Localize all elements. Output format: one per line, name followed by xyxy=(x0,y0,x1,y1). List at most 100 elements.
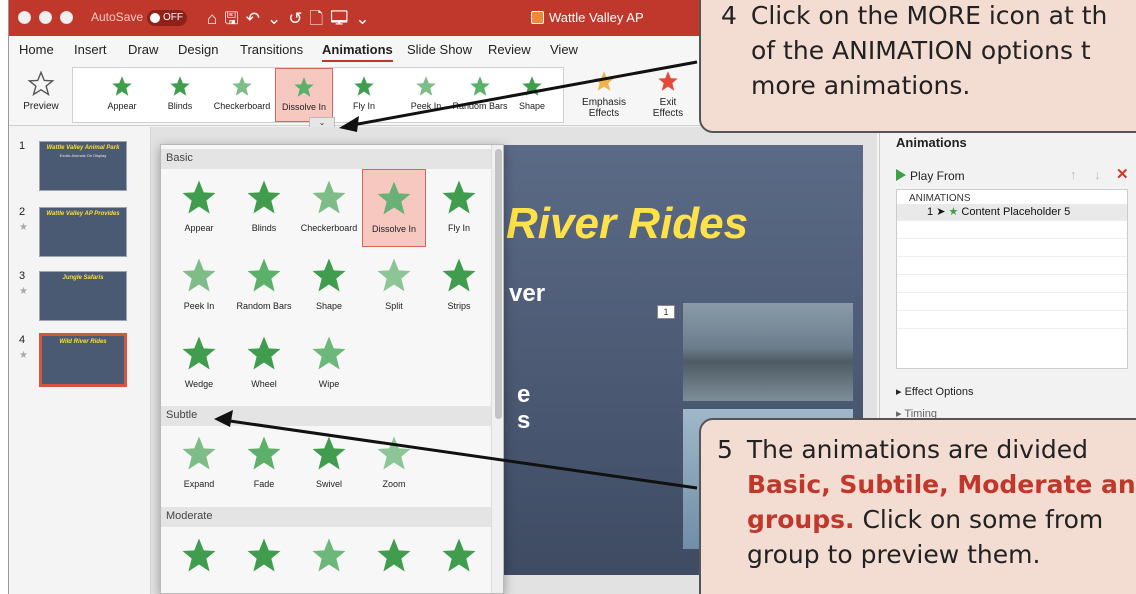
tab-design[interactable]: Design xyxy=(178,42,218,57)
slide-thumbnail-4[interactable]: Wild River Rides xyxy=(39,333,127,387)
animation-label: Dissolve In xyxy=(371,224,416,234)
animation-list-item[interactable]: 1 ➤ ★ Content Placeholder 5 xyxy=(897,204,1127,220)
animation-label: Strips xyxy=(447,301,471,311)
slide-body-text[interactable]: ver xyxy=(509,280,545,308)
animation-label: Checkerboard xyxy=(300,223,358,233)
callout-text: The animations are divided xyxy=(746,435,1089,464)
animation-effect-1[interactable] xyxy=(232,527,296,593)
gallery-appear-label: Appear xyxy=(107,101,137,111)
emphasis-effects-button[interactable]: Emphasis Effects xyxy=(575,68,633,119)
expand-star-icon xyxy=(182,436,216,470)
gallery-peek-in-label: Peek In xyxy=(410,101,442,111)
section-subtle: Subtle xyxy=(161,406,491,426)
animation-effect-4[interactable] xyxy=(427,527,491,593)
slide-title[interactable]: River Rides xyxy=(506,199,748,249)
animation-expand[interactable]: Expand xyxy=(167,425,231,503)
animation-wipe[interactable]: Wipe xyxy=(297,325,361,403)
animation-effect-3[interactable] xyxy=(362,527,426,593)
slide-thumbnail-2[interactable]: Wattle Valley AP Provides xyxy=(39,207,127,257)
animation-zoom[interactable]: Zoom xyxy=(362,425,426,503)
section-moderate: Moderate xyxy=(161,507,491,527)
gallery-dissolve-in[interactable]: Dissolve In xyxy=(275,68,333,122)
animation-fly-in[interactable]: Fly In xyxy=(427,169,491,247)
close-window-button[interactable] xyxy=(18,11,31,24)
zoom-window-button[interactable] xyxy=(60,11,73,24)
gallery-peek-in[interactable]: Peek In xyxy=(397,68,455,122)
instruction-callout-5: 5 The animations are divided Basic, Subti… xyxy=(699,418,1136,594)
animation-strips[interactable]: Strips xyxy=(427,247,491,325)
animation-wheel[interactable]: Wheel xyxy=(232,325,296,403)
slide-body-text[interactable]: e xyxy=(517,381,530,409)
animation-gallery-dropdown: Basic Subtle Moderate Appear Blinds Checke… xyxy=(160,144,504,594)
animation-swivel[interactable]: Swivel xyxy=(297,425,361,503)
animation-fade[interactable]: Fade xyxy=(232,425,296,503)
animation-effect-0[interactable] xyxy=(167,527,231,593)
tab-insert[interactable]: Insert xyxy=(74,42,107,57)
tab-review[interactable]: Review xyxy=(488,42,531,57)
tab-draw[interactable]: Draw xyxy=(128,42,158,57)
shape-star-icon xyxy=(522,76,542,96)
animation-star-icon: ★ xyxy=(19,350,28,361)
callout-text: Click on the MORE icon at th xyxy=(750,1,1108,30)
quick-access-icons[interactable]: ⌂🖫↶⌄↺🗋🖵⌄ xyxy=(207,6,377,35)
play-from-button[interactable]: Play From xyxy=(896,169,965,183)
ppt-file-icon xyxy=(531,11,544,24)
animation-label: Zoom xyxy=(382,479,406,489)
scrollbar-thumb[interactable] xyxy=(495,149,502,419)
effect-1-star-icon xyxy=(247,538,281,572)
exit-effects-button[interactable]: Exit Effects xyxy=(639,68,697,119)
tab-transitions[interactable]: Transitions xyxy=(240,42,303,57)
swivel-star-icon xyxy=(312,436,346,470)
move-down-icon[interactable]: ↓ xyxy=(1094,167,1101,182)
effect-4-star-icon xyxy=(442,538,476,572)
callout-text: of the ANIMATION options t xyxy=(751,36,1091,65)
effect-options-section[interactable]: ▸ Effect Options xyxy=(896,385,973,398)
animation-checkerboard[interactable]: Checkerboard xyxy=(297,169,361,247)
animation-random-bars[interactable]: Random Bars xyxy=(232,247,296,325)
animation-peek-in[interactable]: Peek In xyxy=(167,247,231,325)
animation-order-badge[interactable]: 1 xyxy=(657,305,675,319)
minimize-window-button[interactable] xyxy=(39,11,52,24)
animation-effect-2[interactable] xyxy=(297,527,361,593)
tab-animations[interactable]: Animations xyxy=(322,42,393,62)
animation-label: Split xyxy=(385,301,403,311)
tab-slide-show[interactable]: Slide Show xyxy=(407,42,472,57)
preview-button[interactable]: Preview xyxy=(19,70,63,112)
gallery-checkerboard[interactable]: Checkerboard xyxy=(213,68,271,122)
appear-star-icon xyxy=(182,180,216,214)
wedge-star-icon xyxy=(182,336,216,370)
animation-shape[interactable]: Shape xyxy=(297,247,361,325)
animation-dissolve-in[interactable]: Dissolve In xyxy=(362,169,426,247)
gallery-random-bars[interactable]: Random Bars xyxy=(451,68,509,122)
animation-label: Wheel xyxy=(251,379,277,389)
gallery-shape[interactable]: Shape xyxy=(503,68,561,122)
slide-thumb-body: Exotic Animals On Display xyxy=(59,153,107,158)
blinds-star-icon xyxy=(170,76,190,96)
autosave-toggle[interactable]: OFF xyxy=(147,10,187,26)
effect-3-star-icon xyxy=(377,538,411,572)
dropdown-scrollbar[interactable] xyxy=(491,145,503,593)
animation-wedge[interactable]: Wedge xyxy=(167,325,231,403)
gallery-blinds[interactable]: Blinds xyxy=(151,68,209,122)
move-up-icon[interactable]: ↑ xyxy=(1070,167,1077,182)
gallery-appear[interactable]: Appear xyxy=(93,68,151,122)
animation-blinds[interactable]: Blinds xyxy=(232,169,296,247)
gallery-checkerboard-label: Checkerboard xyxy=(213,101,271,111)
slide-number: 4 xyxy=(19,334,26,346)
slide-number: 1 xyxy=(19,140,26,152)
animation-label: Appear xyxy=(184,223,214,233)
hippo-photo[interactable] xyxy=(683,303,853,401)
slide-body-text[interactable]: s xyxy=(517,407,530,435)
delete-animation-icon[interactable]: ✕ xyxy=(1116,165,1129,183)
tab-home[interactable]: Home xyxy=(19,42,54,57)
animation-appear[interactable]: Appear xyxy=(167,169,231,247)
blinds-star-icon xyxy=(247,180,281,214)
callout-text: Click on some from xyxy=(862,505,1104,534)
effect-options-label: Effect Options xyxy=(904,386,974,398)
tab-view[interactable]: View xyxy=(550,42,578,57)
slide-thumbnail-3[interactable]: Jungle Safaris xyxy=(39,271,127,321)
random-bars-star-icon xyxy=(470,76,490,96)
animation-split[interactable]: Split xyxy=(362,247,426,325)
slide-thumbnail-1[interactable]: Wattle Valley Animal Park Exotic Animals … xyxy=(39,141,127,191)
gallery-fly-in[interactable]: Fly In xyxy=(335,68,393,122)
